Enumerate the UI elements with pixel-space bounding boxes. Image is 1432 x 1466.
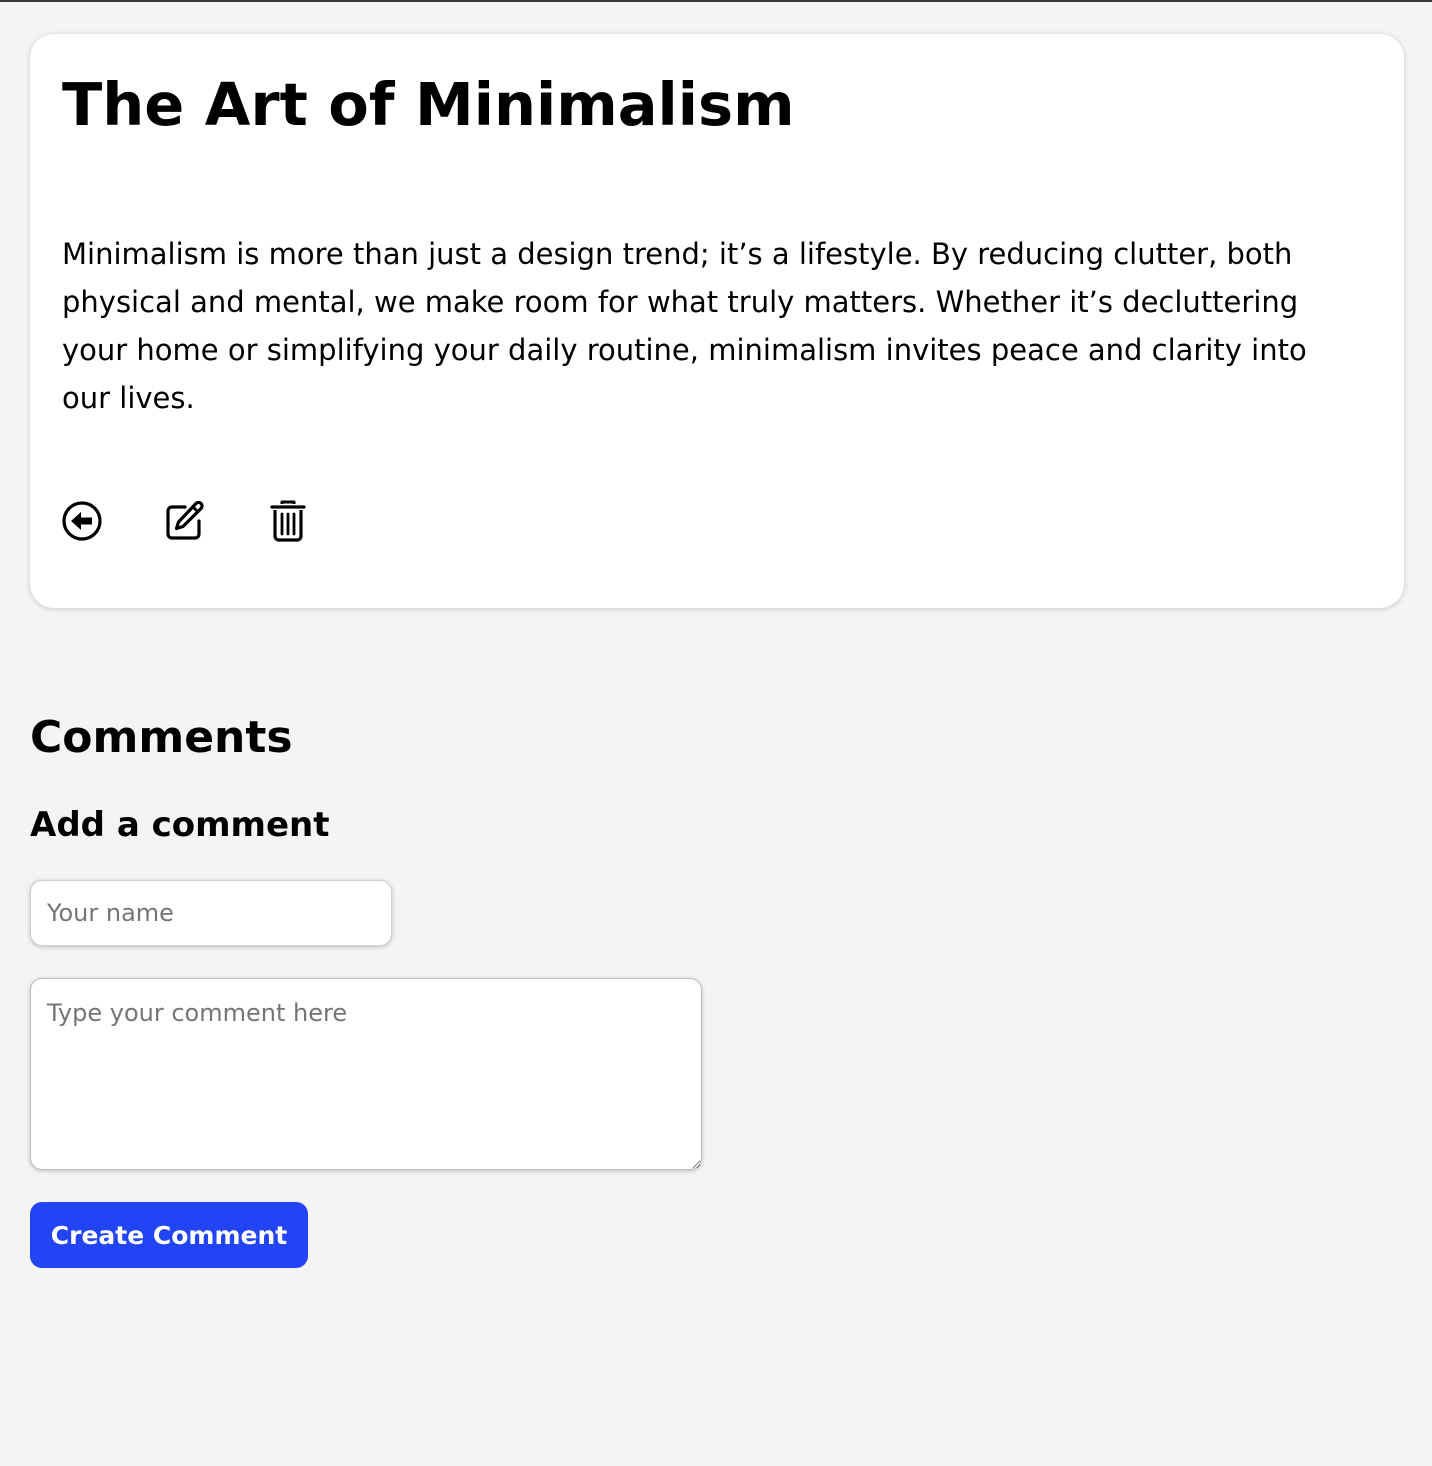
back-button[interactable] [60, 499, 104, 543]
delete-button[interactable] [266, 499, 310, 543]
add-comment-heading: Add a comment [30, 805, 330, 845]
comments-heading: Comments [30, 712, 293, 763]
pencil-square-svg [166, 500, 204, 540]
pencil-square-icon [163, 499, 207, 543]
trash-svg [270, 500, 306, 542]
post-card: The Art of Minimalism Minimalism is more… [30, 34, 1404, 608]
name-input[interactable] [30, 880, 392, 946]
arrow-left-circle-svg [62, 501, 102, 541]
post-actions [60, 496, 369, 546]
edit-button[interactable] [163, 499, 207, 543]
comment-textarea[interactable] [30, 978, 702, 1170]
post-title: The Art of Minimalism [62, 70, 795, 139]
post-body: Minimalism is more than just a design tr… [62, 237, 1307, 415]
arrow-left-circle-icon [61, 500, 103, 542]
create-comment-button[interactable]: Create Comment [30, 1202, 308, 1268]
trash-icon [268, 499, 308, 543]
